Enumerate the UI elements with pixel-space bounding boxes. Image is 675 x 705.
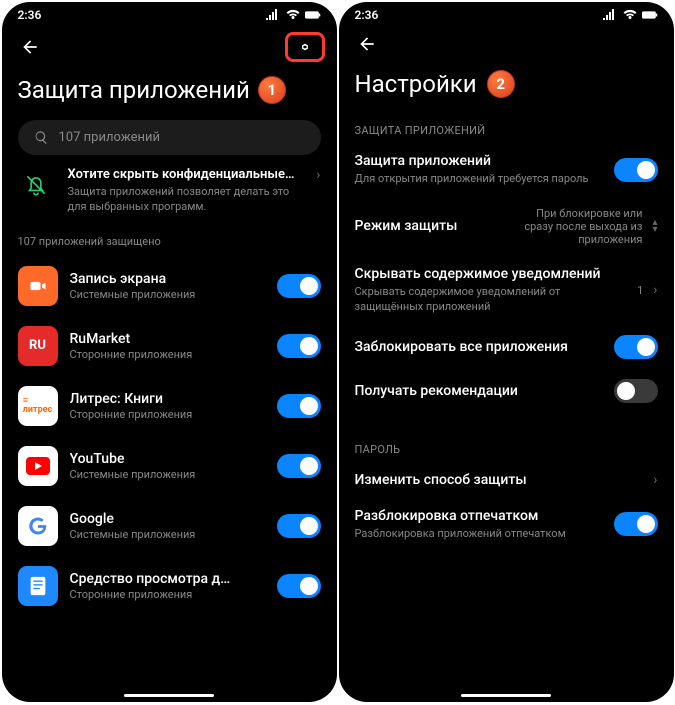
search-input[interactable]: 107 приложений [18,120,321,155]
settings-toggle[interactable] [614,512,658,536]
clock: 2:36 [18,8,42,22]
settings-title: Защита приложений [355,153,604,169]
back-button[interactable] [18,35,42,59]
app-category: Сторонние приложения [70,348,265,361]
arrow-left-icon [20,37,40,57]
app-name: Запись экрана [70,271,265,287]
settings-title: Изменить способ защиты [355,472,644,488]
app-row[interactable]: Запись экрана Системные приложения [2,256,337,316]
arrow-left-icon [357,34,377,54]
chevron-right-icon: › [653,282,657,298]
settings-row[interactable]: Разблокировка отпечатком Разблокировка пр… [339,498,674,552]
page-title-row: Защита приложений 1 [2,68,337,116]
settings-subtitle: Скрывать содержимое уведомлений от защищ… [355,285,628,315]
chevron-right-icon: › [316,167,320,183]
search-icon [34,130,49,145]
promo-subtitle: Защита приложений позволяет делать это д… [68,185,303,215]
wifi-icon [622,9,638,21]
app-row[interactable]: Средство просмотра д… Сторонние приложен… [2,556,337,616]
settings-row[interactable]: Получать рекомендации [339,369,674,413]
app-category: Системные приложения [70,528,265,541]
app-icon: RU [18,326,58,366]
app-row[interactable]: ≡литрес Литрес: Книги Сторонние приложен… [2,376,337,436]
settings-button[interactable] [285,32,325,62]
settings-title: Получать рекомендации [355,383,604,399]
settings-title: Скрывать содержимое уведомлений [355,266,628,282]
page-title: Защита приложений [18,76,250,104]
app-category: Системные приложения [70,288,265,301]
app-name: Средство просмотра д… [70,571,265,587]
settings-title: Режим защиты [355,218,513,234]
settings-row[interactable]: Режим защиты При блокировке или сразу пос… [339,197,674,256]
app-category: Системные приложения [70,468,265,481]
header [2,22,337,68]
signal-icon [602,9,618,21]
wifi-icon [285,9,301,21]
app-name: RuMarket [70,331,265,347]
promo-card[interactable]: Хотите скрыть конфиденциальные… Защита п… [18,167,321,215]
app-count-label: 107 приложений защищено [2,229,337,256]
status-icons [265,9,321,21]
app-icon [18,446,58,486]
updown-icon: ▴▾ [652,219,657,233]
clock: 2:36 [355,8,379,22]
chevron-right-icon: › [653,472,657,488]
battery-icon [305,9,321,21]
app-category: Сторонние приложения [70,588,265,601]
app-toggle[interactable] [277,514,321,538]
settings-row[interactable]: Защита приложений Для открытия приложений… [339,143,674,197]
app-toggle[interactable] [277,574,321,598]
app-row[interactable]: Google Системные приложения [2,496,337,556]
settings-toggle[interactable] [614,335,658,359]
app-row[interactable]: RU RuMarket Сторонние приложения [2,316,337,376]
section-header-protection: ЗАЩИТА ПРИЛОЖЕНИЙ [339,110,674,143]
home-indicator[interactable] [461,694,551,697]
section-header-password: ПАРОЛЬ [339,429,674,462]
header [339,22,674,62]
settings-subtitle: Разблокировка приложений отпечатком [355,527,604,542]
battery-icon [642,9,658,21]
status-bar: 2:36 [339,2,674,22]
phone-left: 2:36 Защита приложений 1 107 приложений … [2,2,337,702]
app-list: Запись экрана Системные приложения RU Ru… [2,256,337,616]
annotation-badge-2: 2 [487,70,515,98]
back-button[interactable] [355,32,379,56]
home-indicator[interactable] [124,694,214,697]
app-toggle[interactable] [277,274,321,298]
app-toggle[interactable] [277,394,321,418]
app-row[interactable]: YouTube Системные приложения [2,436,337,496]
settings-row[interactable]: Скрывать содержимое уведомлений Скрывать … [339,256,674,325]
app-icon [18,506,58,546]
settings-row[interactable]: Изменить способ защиты › [339,462,674,498]
status-icons [602,9,658,21]
page-title-row: Настройки 2 [339,62,674,110]
app-category: Сторонние приложения [70,408,265,421]
app-name: Google [70,511,265,527]
gear-icon [295,37,315,57]
app-toggle[interactable] [277,454,321,478]
status-bar: 2:36 [2,2,337,22]
settings-value: При блокировке или сразу после выхода из… [522,207,642,246]
phone-right: 2:36 Настройки 2 ЗАЩИТА ПРИЛОЖЕНИЙ Защит… [339,2,674,702]
settings-subtitle: Для открытия приложений требуется пароль [355,172,604,187]
settings-title: Разблокировка отпечатком [355,508,604,524]
settings-title: Заблокировать все приложения [355,339,604,355]
app-icon: ≡литрес [18,386,58,426]
settings-toggle[interactable] [614,379,658,403]
app-name: Литрес: Книги [70,391,265,407]
promo-title: Хотите скрыть конфиденциальные… [68,167,303,182]
settings-value: 1 [637,284,643,297]
signal-icon [265,9,281,21]
app-icon [18,266,58,306]
settings-row[interactable]: Заблокировать все приложения [339,325,674,369]
app-icon [18,566,58,606]
page-title: Настройки [355,70,477,98]
search-placeholder: 107 приложений [59,130,160,145]
app-toggle[interactable] [277,334,321,358]
bell-off-icon [18,167,54,203]
settings-toggle[interactable] [614,158,658,182]
annotation-badge-1: 1 [258,76,286,104]
app-name: YouTube [70,451,265,467]
